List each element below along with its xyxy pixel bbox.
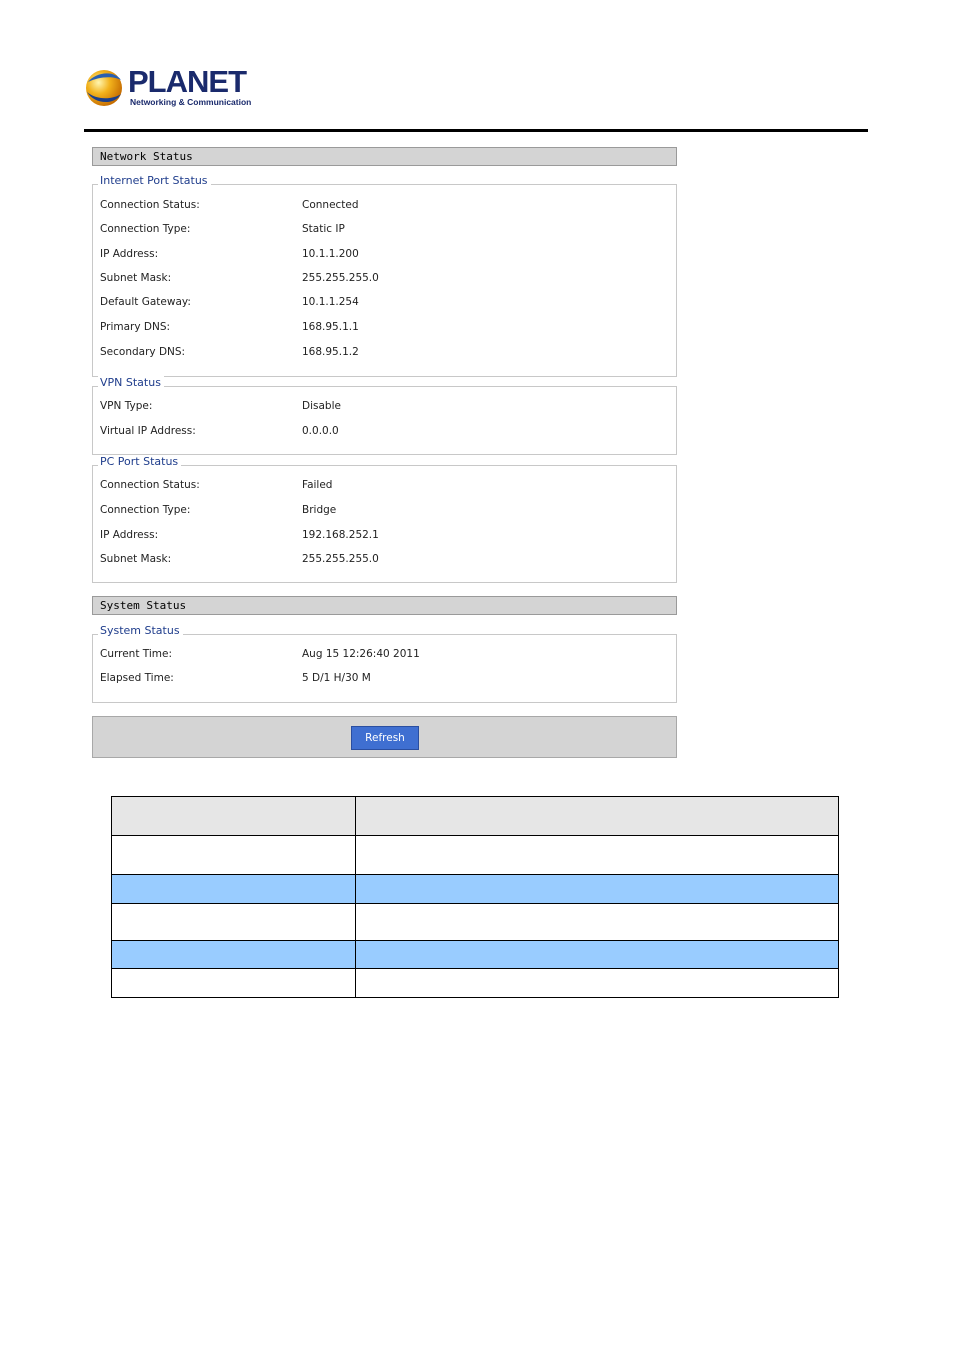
row-label: IP Address: (100, 248, 159, 260)
refresh-button[interactable]: Refresh (351, 726, 419, 750)
row-value: Bridge (302, 504, 337, 516)
row-value: Connected (302, 199, 359, 211)
system-status-legend: System Status (98, 624, 183, 638)
row-value: 10.1.1.200 (302, 248, 359, 260)
row-label: Secondary DNS: (100, 346, 186, 358)
description-table (111, 796, 839, 998)
row-label: Current Time: (100, 648, 173, 660)
pc-port-status-legend: PC Port Status (98, 455, 182, 469)
row-label: Connection Type: (100, 223, 191, 235)
row-value: 168.95.1.2 (302, 346, 359, 358)
row-value: 10.1.1.254 (302, 296, 359, 308)
table-cell (111, 940, 356, 969)
table-cell (355, 796, 839, 836)
table-cell (111, 874, 356, 904)
row-value: 5 D/1 H/30 M (302, 672, 371, 684)
table-cell (111, 903, 356, 941)
row-label: Connection Status: (100, 479, 200, 491)
table-row (111, 903, 839, 941)
table-cell (355, 835, 839, 875)
table-cell (355, 968, 839, 998)
row-label: Subnet Mask: (100, 553, 172, 565)
network-status-header: Network Status (92, 147, 677, 166)
action-bar: Refresh (92, 716, 677, 758)
system-status-group: System Status Current Time: Aug 15 12:26… (92, 624, 677, 703)
vpn-status-legend: VPN Status (98, 376, 164, 390)
table-cell (355, 903, 839, 941)
row-value: Aug 15 12:26:40 2011 (302, 648, 420, 660)
table-row (111, 874, 839, 904)
table-cell (355, 874, 839, 904)
table-row (111, 835, 839, 875)
row-value: 168.95.1.1 (302, 321, 359, 333)
row-label: Subnet Mask: (100, 272, 172, 284)
system-status-title: System Status (100, 599, 187, 612)
row-value: 255.255.255.0 (302, 553, 379, 565)
row-label: Connection Status: (100, 199, 200, 211)
table-header-row (111, 796, 839, 836)
row-value: 255.255.255.0 (302, 272, 379, 284)
row-label: Default Gateway: (100, 296, 191, 308)
row-value: 0.0.0.0 (302, 425, 339, 437)
internet-port-status-legend: Internet Port Status (98, 174, 211, 188)
table-row (111, 968, 839, 998)
table-row (111, 940, 839, 969)
table-cell (355, 940, 839, 969)
row-label: VPN Type: (100, 400, 153, 412)
table-cell (111, 835, 356, 875)
header-divider (84, 129, 868, 132)
brand-name: PLANET (128, 64, 247, 99)
brand-tagline: Networking & Communication (130, 97, 252, 107)
row-label: Primary DNS: (100, 321, 171, 333)
table-cell (111, 796, 356, 836)
vpn-status-group: VPN Status VPN Type: Disable Virtual IP … (92, 376, 677, 455)
internet-port-status-group: Internet Port Status Connection Status: … (92, 174, 677, 377)
row-value: Static IP (302, 223, 345, 235)
pc-port-status-group: PC Port Status Connection Status: Failed… (92, 455, 677, 583)
network-status-title: Network Status (100, 150, 193, 163)
row-value: Disable (302, 400, 341, 412)
row-value: Failed (302, 479, 333, 491)
row-value: 192.168.252.1 (302, 529, 379, 541)
table-cell (111, 968, 356, 998)
row-label: Virtual IP Address: (100, 425, 196, 437)
row-label: Connection Type: (100, 504, 191, 516)
row-label: Elapsed Time: (100, 672, 174, 684)
system-status-header: System Status (92, 596, 677, 615)
planet-logo: PLANET Networking & Communication (84, 66, 254, 110)
globe-icon (86, 70, 122, 106)
row-label: IP Address: (100, 529, 159, 541)
